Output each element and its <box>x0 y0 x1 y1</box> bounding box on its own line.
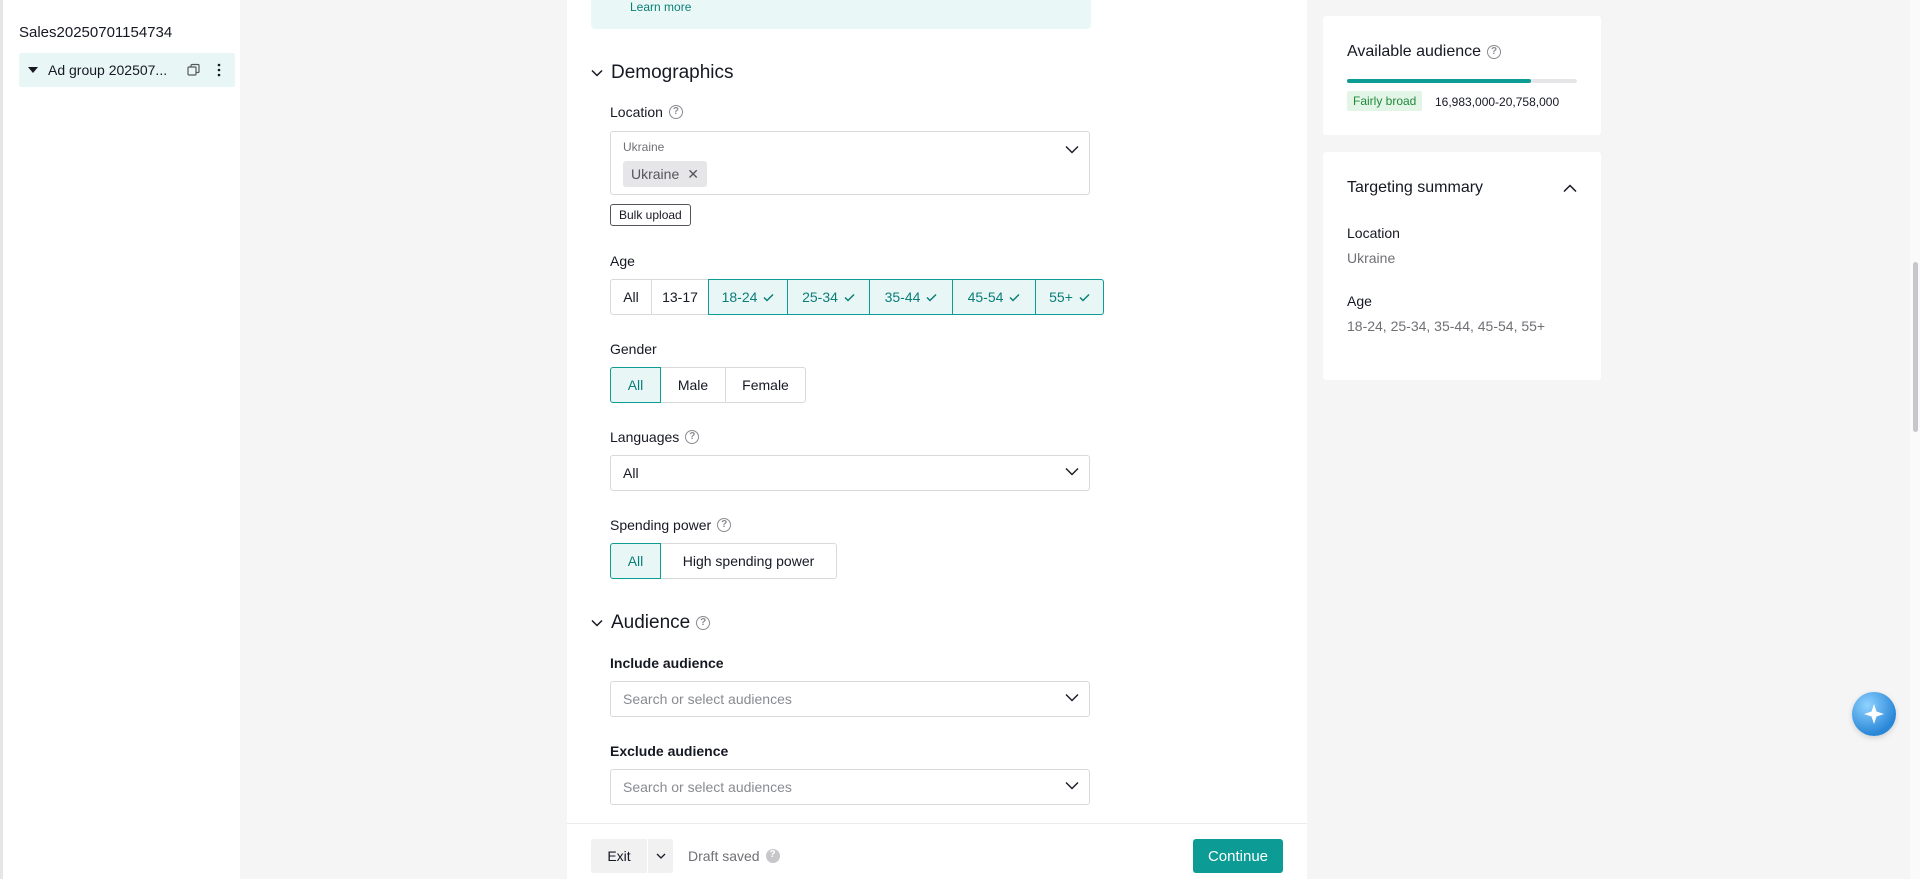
draft-status-text: Draft saved <box>688 848 760 864</box>
chevron-up-icon[interactable] <box>1563 184 1577 193</box>
spending-power-label-row: Spending power ? <box>610 517 732 533</box>
chevron-down-icon[interactable] <box>1065 145 1079 154</box>
gender-label: Gender <box>610 341 657 357</box>
age-option-13-17[interactable]: 13-17 <box>651 279 709 315</box>
remove-tag-icon[interactable]: ✕ <box>687 166 699 183</box>
campaign-name[interactable]: Sales20250701154734 <box>19 24 172 41</box>
age-selector: All 13-17 18-24 25-34 35-44 45-54 55+ <box>610 279 1104 315</box>
check-icon <box>1079 293 1090 302</box>
spending-power-label: Spending power <box>610 517 712 533</box>
audience-title: Audience <box>611 612 691 633</box>
exit-button[interactable]: Exit <box>591 848 647 864</box>
help-icon[interactable]: ? <box>1487 45 1502 59</box>
bottom-action-bar: Exit Draft saved ? Continue <box>567 823 1307 879</box>
languages-label-row: Languages ? <box>610 429 700 445</box>
location-label-row: Location ? <box>610 104 683 120</box>
location-tag: Ukraine ✕ <box>623 161 707 187</box>
chevron-down-icon <box>656 853 665 859</box>
age-label: Age <box>610 253 635 269</box>
check-icon <box>926 293 937 302</box>
spending-power-selector: All High spending power <box>610 543 837 579</box>
continue-button[interactable]: Continue <box>1193 839 1283 873</box>
available-audience-card: Available audience ? Fairly broad 16,983… <box>1323 16 1601 135</box>
age-option-55-plus[interactable]: 55+ <box>1035 279 1104 315</box>
age-option-45-54[interactable]: 45-54 <box>952 279 1036 315</box>
caret-down-icon[interactable] <box>28 67 38 73</box>
languages-label: Languages <box>610 429 680 445</box>
available-audience-title-row: Available audience ? <box>1347 43 1502 61</box>
more-vertical-icon[interactable] <box>213 63 225 77</box>
chevron-down-icon <box>1065 468 1079 476</box>
help-icon[interactable]: ? <box>696 616 711 630</box>
audience-breadth-meter <box>1347 79 1577 83</box>
location-field-caption: Ukraine <box>623 140 665 154</box>
location-tag-label: Ukraine <box>631 166 680 182</box>
help-icon[interactable]: ? <box>668 105 683 119</box>
scrollbar-thumb[interactable] <box>1913 262 1918 432</box>
gender-selector: All Male Female <box>610 367 806 403</box>
available-audience-title: Available audience <box>1347 43 1482 60</box>
include-audience-label: Include audience <box>610 655 724 671</box>
check-icon <box>763 293 774 302</box>
chevron-down-icon <box>591 69 603 77</box>
audience-breadth-badge: Fairly broad <box>1347 91 1423 111</box>
languages-select[interactable]: All <box>610 455 1090 491</box>
include-audience-placeholder: Search or select audiences <box>623 691 792 707</box>
sidebar-item-adgroup[interactable]: Ad group 202507... <box>19 53 235 87</box>
help-icon[interactable]: ? <box>685 430 700 444</box>
exclude-audience-label: Exclude audience <box>610 743 729 759</box>
languages-value: All <box>623 465 639 481</box>
gender-option-female[interactable]: Female <box>725 367 806 403</box>
exit-button-group: Exit <box>591 839 673 873</box>
demographics-title: Demographics <box>611 62 734 83</box>
age-option-18-24[interactable]: 18-24 <box>708 279 788 315</box>
learn-more-link[interactable]: Learn more <box>630 0 691 14</box>
gender-option-male[interactable]: Male <box>660 367 726 403</box>
check-icon <box>844 293 855 302</box>
page-scrollbar[interactable] <box>1910 0 1920 879</box>
copy-icon[interactable] <box>187 63 201 77</box>
chevron-down-icon <box>591 619 603 627</box>
demographics-section-header[interactable]: Demographics <box>591 62 734 84</box>
exclude-audience-placeholder: Search or select audiences <box>623 779 792 795</box>
audience-breadth-fill <box>1347 79 1531 83</box>
bulk-upload-button[interactable]: Bulk upload <box>610 204 691 226</box>
exit-dropdown-button[interactable] <box>648 853 673 859</box>
summary-location-label: Location <box>1347 225 1400 241</box>
include-audience-select[interactable]: Search or select audiences <box>610 681 1090 717</box>
targeting-summary-card: Targeting summary Location Ukraine Age 1… <box>1323 152 1601 380</box>
exclude-audience-select[interactable]: Search or select audiences <box>610 769 1090 805</box>
summary-location-value: Ukraine <box>1347 250 1396 266</box>
sparkle-icon <box>1864 704 1884 724</box>
adgroup-label: Ad group 202507... <box>48 62 168 78</box>
left-sidebar: Sales20250701154734 Ad group 202507... <box>0 0 240 879</box>
draft-status: Draft saved ? <box>688 848 780 864</box>
age-option-25-34[interactable]: 25-34 <box>787 279 870 315</box>
targeting-form: Learn more Demographics Location ? Ukrai… <box>567 0 1307 879</box>
help-icon[interactable]: ? <box>717 518 732 532</box>
gender-option-all[interactable]: All <box>610 367 661 403</box>
audience-section-header[interactable]: Audience ? <box>591 612 711 634</box>
age-option-35-44[interactable]: 35-44 <box>869 279 953 315</box>
chevron-down-icon <box>1065 694 1079 702</box>
check-icon <box>1009 293 1020 302</box>
location-label: Location <box>610 104 663 120</box>
info-banner: Learn more <box>591 0 1091 29</box>
assistant-button[interactable] <box>1852 692 1896 736</box>
help-icon[interactable]: ? <box>765 849 780 863</box>
targeting-summary-title: Targeting summary <box>1347 179 1484 196</box>
chevron-down-icon <box>1065 782 1079 790</box>
age-option-all[interactable]: All <box>610 279 652 315</box>
audience-size-range: 16,983,000-20,758,000 <box>1435 95 1560 109</box>
spending-option-high[interactable]: High spending power <box>660 543 837 579</box>
summary-age-label: Age <box>1347 293 1372 309</box>
location-select[interactable]: Ukraine Ukraine ✕ <box>610 131 1090 195</box>
spending-option-all[interactable]: All <box>610 543 661 579</box>
summary-age-value: 18-24, 25-34, 35-44, 45-54, 55+ <box>1347 318 1546 334</box>
